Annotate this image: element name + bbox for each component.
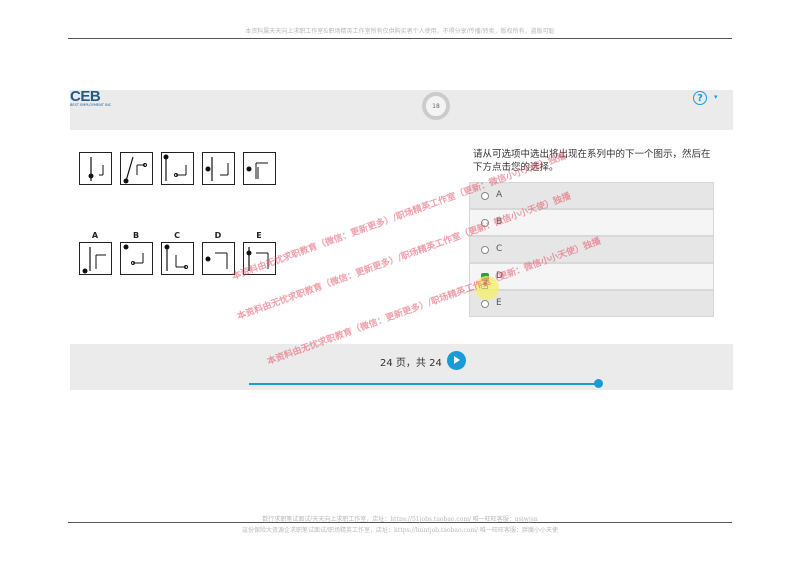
sequence-figure-2 [120, 152, 153, 185]
option-a-label: A [496, 190, 503, 200]
sequence-figure-1 [79, 152, 112, 185]
option-c-label: C [496, 244, 503, 254]
radio-e[interactable] [481, 300, 489, 308]
logo-subtext: BEST EMPLOYMENT INC [70, 103, 112, 107]
answer-figure-b [120, 242, 153, 275]
document-footer-line-2: 這份保险大资源企求职笔试面试/职场精英工作室，店址：https://huntjo… [242, 527, 558, 534]
page-indicator: 24 页，共 24 [380, 358, 442, 369]
progress-bar [249, 383, 600, 385]
radio-c[interactable] [481, 246, 489, 254]
assessment-window: CEB BEST EMPLOYMENT INC 18 ? ▾ A B C D E [70, 88, 733, 390]
answer-letter-c: C [174, 231, 180, 240]
next-button[interactable] [447, 351, 466, 370]
help-icon[interactable]: ? [693, 91, 707, 105]
timer-icon: 18 [422, 92, 450, 120]
document-header-notice: 本资料属天天向上求职工作室&职场精英工作室所有仅供购买者个人使用，不得分享/传播… [245, 28, 555, 35]
answer-figure-c [161, 242, 194, 275]
option-e[interactable]: E [469, 290, 714, 317]
document-footer-line-1: 数行求职笔试面试/天天向上求职工作室，店址：https://51jobs.tao… [262, 516, 538, 523]
sequence-figure-4 [202, 152, 235, 185]
sequence-figure-3 [161, 152, 194, 185]
option-a[interactable]: A [469, 182, 714, 209]
top-bar: CEB BEST EMPLOYMENT INC 18 ? ▾ [70, 88, 733, 130]
answer-letter-a: A [91, 231, 99, 240]
option-e-label: E [496, 298, 502, 308]
help-dropdown-icon[interactable]: ▾ [714, 93, 718, 101]
timer-value: 18 [432, 103, 440, 110]
navigation-bar: 24 页，共 24 [70, 344, 733, 390]
sequence-figure-5 [243, 152, 276, 185]
answer-letter-b: B [132, 231, 140, 240]
ceb-logo: CEB BEST EMPLOYMENT INC [70, 88, 130, 108]
answer-figure-a [79, 242, 112, 275]
progress-knob [594, 379, 603, 388]
radio-a[interactable] [481, 192, 489, 200]
header-rule [68, 38, 732, 39]
answer-letter-d: D [214, 231, 222, 240]
answer-letter-e: E [256, 231, 262, 240]
logo-text: CEB [70, 88, 101, 105]
